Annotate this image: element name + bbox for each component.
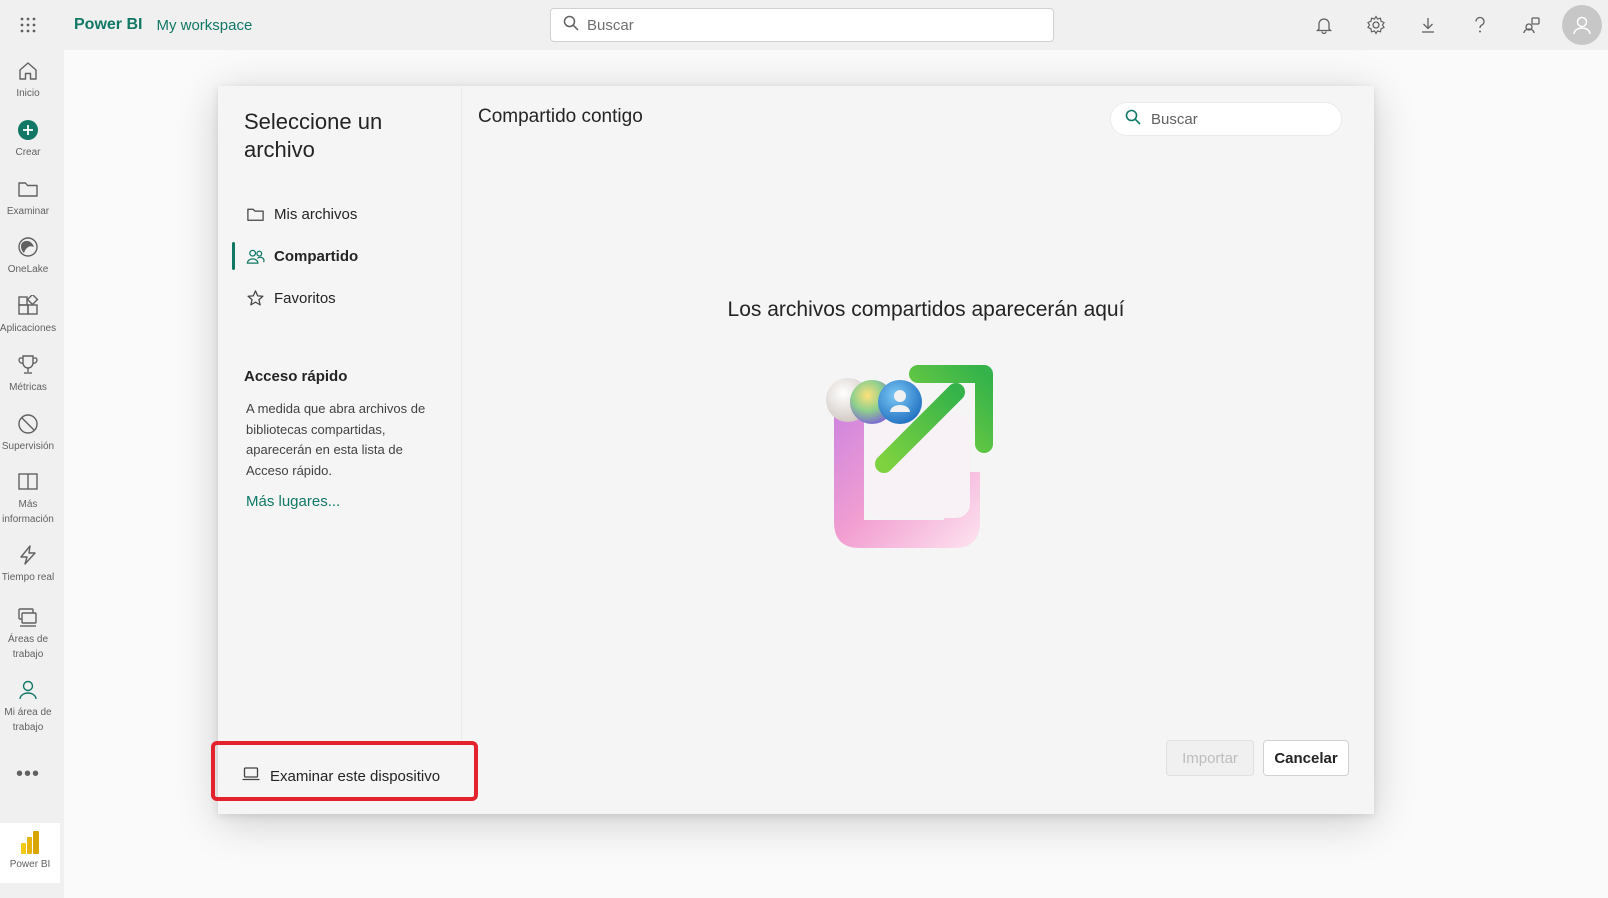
rail-label: Crear (15, 147, 41, 158)
top-search-input[interactable]: Buscar (550, 8, 1054, 42)
share-icon[interactable] (1506, 0, 1558, 50)
rail-item-workspaces[interactable]: Áreas de trabajo (0, 604, 56, 662)
quick-access-text: A medida que abra archivos de biblioteca… (246, 401, 426, 478)
top-icons (1298, 0, 1558, 50)
rail-label: Examinar (6, 206, 50, 217)
trophy-icon (15, 352, 41, 378)
rail-item-onelake[interactable]: OneLake (0, 234, 56, 277)
dialog-search-input[interactable]: Buscar (1110, 102, 1342, 136)
nav-label: Mis archivos (274, 205, 358, 223)
left-nav-rail: Inicio Crear Examinar OneLake Aplicacion… (0, 50, 64, 898)
my-workspace-icon (15, 677, 41, 703)
dialog-search-placeholder: Buscar (1151, 110, 1198, 128)
star-icon (244, 287, 266, 309)
rail-label: Aplicaciones (0, 323, 57, 334)
rail-label: Supervisión (1, 441, 55, 452)
cancel-button[interactable]: Cancelar (1263, 740, 1349, 776)
home-icon (15, 58, 41, 84)
rail-item-browse[interactable]: Examinar (0, 176, 56, 219)
rail-label: Power BI (9, 859, 51, 870)
file-picker-dialog: Seleccione un archivo Mis archivos Compa… (218, 86, 1374, 814)
power-bi-switcher[interactable]: Power BI (0, 823, 60, 883)
workspace-breadcrumb[interactable]: My workspace (156, 17, 252, 34)
help-icon[interactable] (1454, 0, 1506, 50)
workspaces-icon (15, 604, 41, 630)
nav-shared[interactable]: Compartido (232, 240, 448, 272)
rail-label: OneLake (7, 264, 49, 275)
book-icon (15, 469, 41, 495)
more-places-link[interactable]: Más lugares... (246, 493, 340, 510)
dialog-title: Seleccione un archivo (244, 109, 383, 162)
avatar[interactable] (1562, 5, 1602, 45)
import-button[interactable]: Importar (1166, 740, 1254, 776)
power-bi-logo-icon (21, 831, 39, 854)
search-icon (1125, 109, 1141, 129)
top-search-placeholder: Buscar (587, 16, 634, 34)
rail-label: Mi área de trabajo (4, 707, 52, 733)
more-icon[interactable]: ••• (0, 763, 56, 786)
lightning-icon (15, 542, 41, 568)
app-launcher-icon[interactable] (0, 0, 56, 50)
create-plus-icon (15, 117, 41, 143)
people-icon (244, 245, 266, 267)
rail-item-apps[interactable]: Aplicaciones (0, 293, 56, 336)
rail-item-learn[interactable]: Más información (0, 469, 56, 527)
onelake-icon (15, 234, 41, 260)
nav-favorites[interactable]: Favoritos (232, 282, 448, 314)
rail-label: Métricas (9, 382, 47, 393)
highlight-annotation (211, 741, 478, 801)
rail-label: Más información (2, 499, 54, 525)
nav-my-files[interactable]: Mis archivos (232, 198, 448, 230)
top-bar: Power BI My workspace Buscar (0, 0, 1608, 50)
rail-item-home[interactable]: Inicio (0, 58, 56, 101)
rail-label: Inicio (16, 88, 40, 99)
nav-label: Favoritos (274, 289, 336, 307)
rail-item-monitor[interactable]: Supervisión (0, 411, 56, 454)
quick-access-title: Acceso rápido (244, 368, 348, 385)
rail-item-metrics[interactable]: Métricas (0, 352, 56, 395)
search-icon (563, 15, 579, 35)
shared-files-illustration (814, 352, 1024, 562)
rail-item-create[interactable]: Crear (0, 117, 56, 160)
dialog-left-pane: Seleccione un archivo Mis archivos Compa… (218, 86, 462, 742)
apps-icon (15, 293, 41, 319)
empty-state-message: Los archivos compartidos aparecerán aquí (727, 298, 1125, 321)
pane-title: Compartido contigo (478, 106, 643, 127)
brand-label[interactable]: Power BI (74, 16, 142, 34)
rail-item-realtime[interactable]: Tiempo real (0, 542, 56, 585)
nav-label: Compartido (274, 247, 359, 265)
rail-label: Áreas de trabajo (7, 634, 49, 660)
gear-icon[interactable] (1350, 0, 1402, 50)
monitor-icon (15, 411, 41, 437)
download-icon[interactable] (1402, 0, 1454, 50)
bell-icon[interactable] (1298, 0, 1350, 50)
rail-label: Tiempo real (1, 572, 55, 583)
folder-icon (15, 176, 41, 202)
rail-item-my-workspace[interactable]: Mi área de trabajo (0, 677, 56, 735)
folder-icon (244, 203, 266, 225)
